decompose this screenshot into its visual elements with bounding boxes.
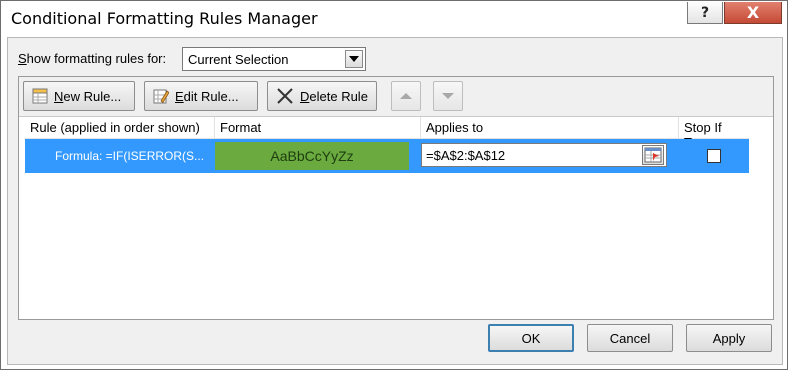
show-rules-label: Show formatting rules for:	[18, 51, 166, 66]
column-header-stop-if-true[interactable]: Stop If True	[679, 117, 749, 150]
column-header-rule[interactable]: Rule (applied in order shown)	[25, 117, 215, 139]
format-preview: AaBbCcYyZz	[215, 142, 409, 170]
edit-rule-label: Edit Rule...	[175, 89, 239, 104]
dialog-body: Show formatting rules for: Current Selec…	[7, 37, 783, 365]
chevron-down-icon	[349, 56, 359, 62]
dropdown-button[interactable]	[345, 50, 363, 68]
delete-rule-label: Delete Rule	[300, 89, 368, 104]
new-rule-icon	[32, 88, 48, 104]
column-header-format[interactable]: Format	[215, 117, 421, 139]
move-down-button[interactable]	[433, 81, 463, 111]
cancel-button[interactable]: Cancel	[587, 324, 673, 352]
show-rules-selected: Current Selection	[188, 52, 289, 67]
rules-toolbar: New Rule... Edit Rule... Delete Rule	[19, 77, 773, 117]
collapse-range-button[interactable]	[642, 145, 664, 165]
title-bar[interactable]: Conditional Formatting Rules Manager ? X	[1, 1, 787, 37]
stop-if-true-checkbox[interactable]	[707, 149, 721, 163]
move-up-button[interactable]	[391, 81, 421, 111]
new-rule-button[interactable]: New Rule...	[23, 81, 135, 111]
range-select-icon	[644, 147, 662, 163]
delete-rule-hotkey: D	[300, 88, 310, 104]
delete-icon	[277, 88, 293, 104]
delete-rule-button[interactable]: Delete Rule	[267, 81, 377, 111]
help-icon: ?	[700, 4, 710, 21]
rules-grid-header: Rule (applied in order shown) Format App…	[25, 117, 749, 150]
applies-to-input[interactable]: =$A$2:$A$12	[421, 143, 667, 167]
arrow-up-icon	[400, 93, 412, 99]
new-rule-label: New Rule...	[54, 89, 121, 104]
rules-panel: New Rule... Edit Rule... Delete Rule Rul…	[18, 76, 774, 320]
close-icon: X	[746, 3, 760, 22]
show-rules-label-rest: how formatting rules for:	[26, 51, 167, 66]
delete-rule-label-rest: elete Rule	[309, 88, 368, 104]
new-rule-hotkey: N	[54, 88, 64, 104]
apply-button[interactable]: Apply	[686, 324, 772, 352]
column-header-applies-to[interactable]: Applies to	[421, 117, 679, 139]
edit-rule-hotkey: E	[175, 88, 184, 104]
edit-rule-button[interactable]: Edit Rule...	[144, 81, 258, 111]
edit-rule-icon	[153, 89, 169, 104]
show-rules-dropdown[interactable]: Current Selection	[182, 47, 366, 71]
help-button[interactable]: ?	[687, 2, 723, 24]
show-rules-hotkey: S	[18, 51, 27, 66]
rules-manager-dialog: Conditional Formatting Rules Manager ? X…	[0, 0, 788, 370]
dialog-title: Conditional Formatting Rules Manager	[11, 9, 318, 28]
new-rule-label-rest: ew Rule...	[63, 88, 122, 104]
ok-button[interactable]: OK	[488, 324, 574, 352]
applies-to-value: =$A$2:$A$12	[426, 148, 506, 163]
arrow-down-icon	[442, 93, 454, 99]
rule-description: Formula: =IF(ISERROR(S...	[55, 149, 205, 163]
rule-row[interactable]: Formula: =IF(ISERROR(S... AaBbCcYyZz =$A…	[25, 139, 749, 173]
edit-rule-label-rest: dit Rule...	[183, 88, 239, 104]
close-button[interactable]: X	[724, 2, 782, 24]
